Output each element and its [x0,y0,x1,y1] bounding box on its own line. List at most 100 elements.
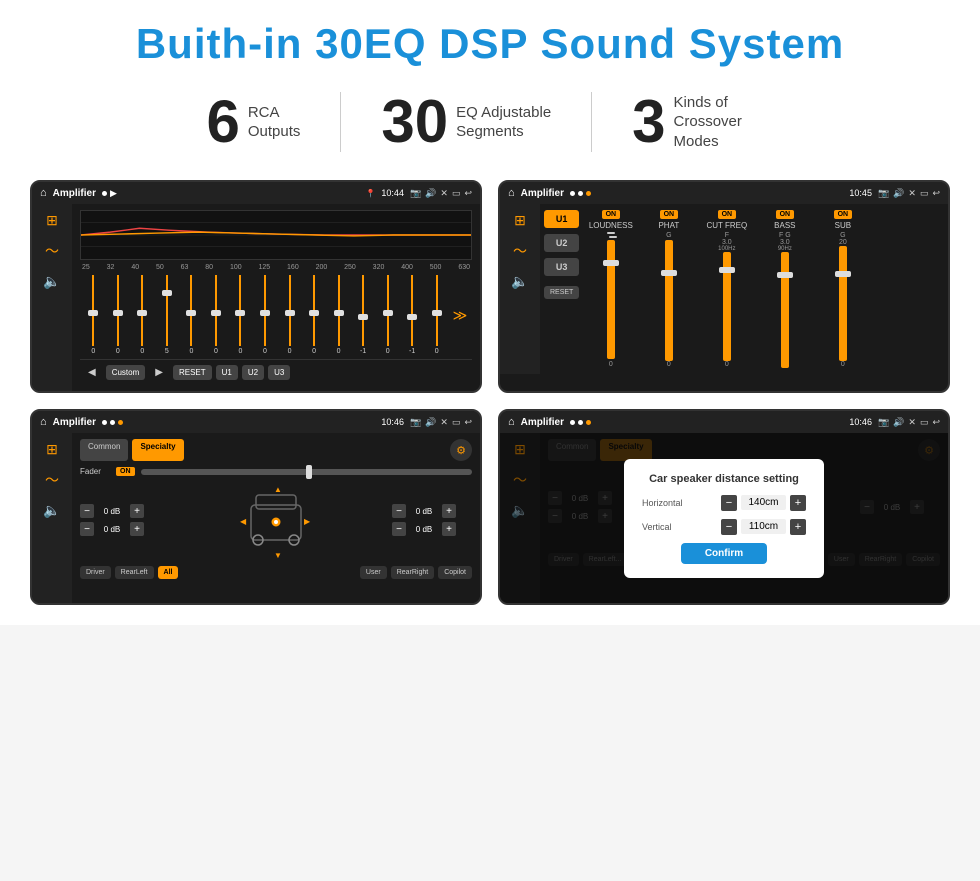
eq-slider-12[interactable]: 0 [376,275,399,355]
eq-slider-14[interactable]: 0 [425,275,448,355]
eq-slider-1[interactable]: 0 [107,275,130,355]
btn-copilot[interactable]: Copilot [438,566,472,579]
fader-slider[interactable] [141,469,473,475]
fader-on-badge: ON [116,467,135,476]
minimize-icon-eq[interactable]: ▭ [452,188,461,199]
eq-next-btn[interactable]: ≫ [450,307,470,324]
home-icon[interactable]: ⌂ [40,187,47,199]
eq-slider-9[interactable]: 0 [303,275,326,355]
back-icon-3[interactable]: ↩ [464,417,472,428]
db-plus-1[interactable]: + [130,504,144,518]
btn-all[interactable]: All [158,566,179,579]
btn-user[interactable]: User [360,566,387,579]
vertical-minus-btn[interactable]: − [721,519,737,535]
settings-icon[interactable]: ⚙ [450,439,472,461]
eq-slider-11[interactable]: -1 [352,275,375,355]
close-icon-2[interactable]: ✕ [908,188,916,199]
dialog-overlay: Car speaker distance setting Horizontal … [500,433,948,603]
btn-rearleft[interactable]: RearLeft [115,566,154,579]
cutfreq-slider[interactable] [723,252,731,361]
minimize-icon-3[interactable]: ▭ [452,417,461,428]
camera-icon-2: 📷 [878,188,889,199]
location-icon-eq: 📍 [365,189,375,198]
eq-slider-3[interactable]: 5 [156,275,179,355]
eq-play-btn[interactable]: ▶ [149,364,169,381]
bass-label: BASS [774,221,795,230]
horizontal-plus-btn[interactable]: + [790,495,806,511]
crossover-reset-btn[interactable]: RESET [544,286,579,299]
eq-reset-btn[interactable]: RESET [173,365,212,380]
u2-button[interactable]: U2 [544,234,579,252]
channel-cutfreq: ON CUT FREQ F 3.0 100Hz 0 [699,210,754,368]
minimize-icon-2[interactable]: ▭ [920,188,929,199]
eq-u2-btn[interactable]: U2 [242,365,264,380]
db-plus-3[interactable]: + [442,504,456,518]
eq-u1-btn[interactable]: U1 [216,365,238,380]
speaker-icon-3[interactable]: 🔈 [43,502,60,519]
phat-slider[interactable] [665,240,673,361]
back-icon-2[interactable]: ↩ [932,188,940,199]
eq-icon-2[interactable]: ⊞ [514,212,526,229]
eq-back-btn[interactable]: ◀ [82,364,102,381]
wave-icon[interactable]: 〜 [45,241,59,261]
horizontal-minus-btn[interactable]: − [721,495,737,511]
db-minus-2[interactable]: − [80,522,94,536]
eq-u3-btn[interactable]: U3 [268,365,290,380]
dot-orange-4 [586,420,591,425]
close-icon-eq[interactable]: ✕ [440,188,448,199]
eq-slider-7[interactable]: 0 [254,275,277,355]
sub-slider[interactable] [839,246,847,361]
crossover-main: U1 U2 U3 RESET ON LOUDNESS [540,204,948,374]
eq-slider-4[interactable]: 0 [180,275,203,355]
eq-slider-10[interactable]: 0 [327,275,350,355]
topbar-title-eq: Amplifier [53,188,96,199]
eq-slider-13[interactable]: -1 [401,275,424,355]
eq-slider-2[interactable]: 0 [131,275,154,355]
tab-specialty[interactable]: Specialty [132,439,183,461]
loudness-thumb [603,260,619,266]
eq-icon-3[interactable]: ⊞ [46,441,58,458]
db-control-1: − 0 dB + [80,504,160,518]
bass-slider[interactable] [781,252,789,368]
loudness-slider[interactable] [607,240,615,359]
eq-icon[interactable]: ⊞ [46,212,58,229]
db-minus-4[interactable]: − [392,522,406,536]
db-value-1: 0 dB [97,507,127,516]
close-icon-4[interactable]: ✕ [908,417,916,428]
eq-slider-6[interactable]: 0 [229,275,252,355]
minimize-icon-4[interactable]: ▭ [920,417,929,428]
dot-orange-2 [586,191,591,196]
btn-driver[interactable]: Driver [80,566,111,579]
db-plus-4[interactable]: + [442,522,456,536]
db-minus-3[interactable]: − [392,504,406,518]
close-icon-3[interactable]: ✕ [440,417,448,428]
u3-button[interactable]: U3 [544,258,579,276]
wave-icon-2[interactable]: 〜 [513,241,527,261]
u1-button[interactable]: U1 [544,210,579,228]
eq-slider-0[interactable]: 0 [82,275,105,355]
stat-eq: 30 EQ AdjustableSegments [341,92,591,152]
eq-slider-8[interactable]: 0 [278,275,301,355]
tab-common[interactable]: Common [80,439,128,461]
back-icon-eq[interactable]: ↩ [464,188,472,199]
topbar-icons-fader: 📷 🔊 ✕ ▭ ↩ [410,417,472,428]
eq-graph [80,210,472,260]
eq-custom-btn[interactable]: Custom [106,365,146,380]
camera-icon-eq: 📷 [410,188,421,199]
home-icon-3[interactable]: ⌂ [40,416,47,428]
vertical-plus-btn[interactable]: + [790,519,806,535]
home-icon-2[interactable]: ⌂ [508,187,515,199]
speaker-icon[interactable]: 🔈 [43,273,60,290]
topbar-icons-dialog: 📷 🔊 ✕ ▭ ↩ [878,417,940,428]
back-icon-4[interactable]: ↩ [932,417,940,428]
db-minus-1[interactable]: − [80,504,94,518]
confirm-button[interactable]: Confirm [681,543,767,564]
speaker-icon-2[interactable]: 🔈 [511,273,528,290]
wave-icon-3[interactable]: 〜 [45,470,59,490]
home-icon-4[interactable]: ⌂ [508,416,515,428]
btn-rearright[interactable]: RearRight [391,566,435,579]
bottom-buttons-fader: Driver RearLeft All User RearRight Copil… [80,566,472,579]
db-plus-2[interactable]: + [130,522,144,536]
stat-label-eq: EQ AdjustableSegments [456,103,551,142]
eq-slider-5[interactable]: 0 [205,275,228,355]
